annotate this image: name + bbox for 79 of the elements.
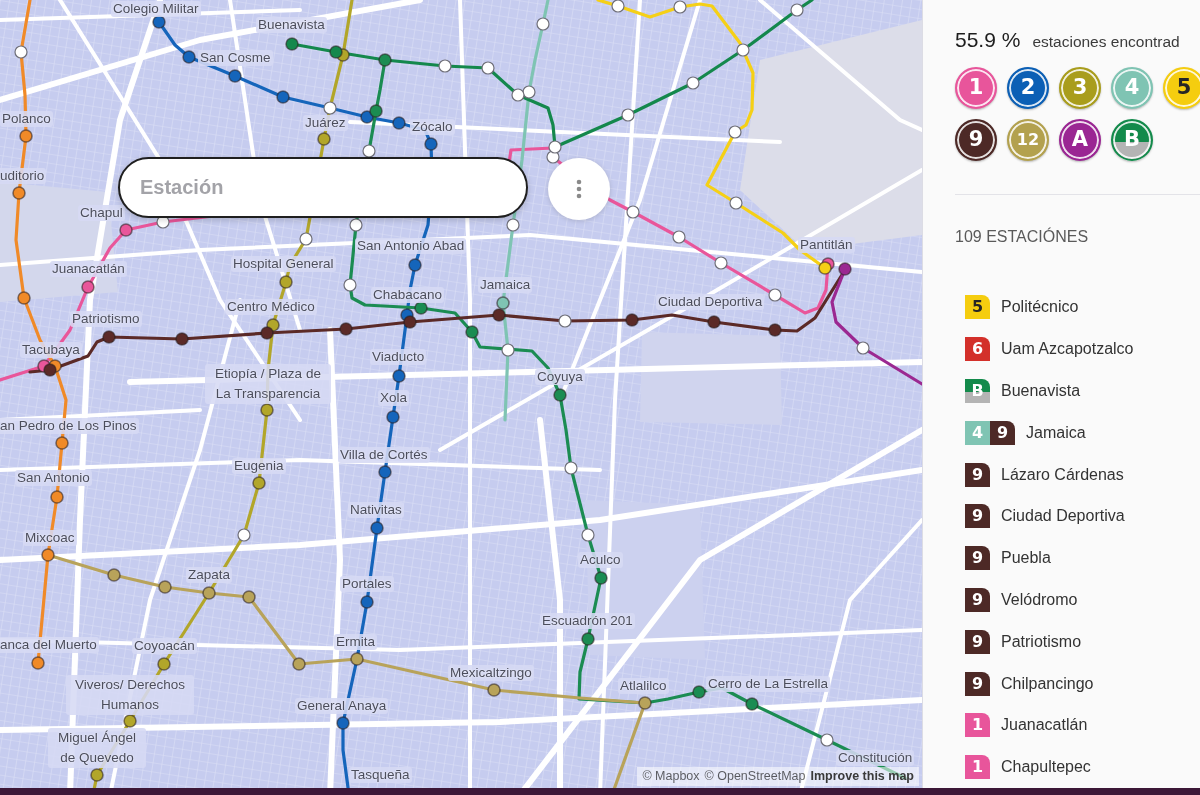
- station-label: Portales: [340, 576, 394, 592]
- station-label: Cerro de La Estrella: [706, 676, 831, 692]
- station-label: Aculco: [578, 552, 623, 568]
- station-label: Juanacatlán: [50, 261, 127, 277]
- station-label: Hospital General: [231, 256, 336, 272]
- station-name: Lázaro Cárdenas: [1001, 465, 1124, 484]
- station-label: Jamaica: [478, 277, 533, 293]
- station-label: Chabacano: [371, 287, 445, 303]
- station-label: Zapata: [186, 567, 233, 583]
- progress-label: estaciones encontrad: [1032, 33, 1180, 51]
- station-label: Etiopía / Plaza de La Transparencia: [205, 364, 331, 404]
- station-name: Puebla: [1001, 549, 1051, 568]
- station-label: Ermita: [334, 634, 377, 650]
- station-name: Chilpancingo: [1001, 674, 1094, 693]
- station-label: Miguel Ángel de Quevedo: [48, 728, 146, 768]
- line-tag: 1: [965, 755, 990, 780]
- attribution-link[interactable]: © OpenStreetMap: [704, 768, 806, 785]
- station-label: Patriotismo: [70, 311, 142, 327]
- station-label: Villa de Cortés: [338, 447, 430, 463]
- station-label: Nativitas: [348, 502, 404, 518]
- station-label: Mexicaltzingo: [448, 665, 534, 681]
- line-tag: 9: [965, 671, 990, 696]
- line-tag: 1: [965, 713, 990, 738]
- station-label: Atlalilco: [618, 678, 669, 694]
- station-name: Ciudad Deportiva: [1001, 507, 1125, 526]
- station-label: Zócalo: [410, 119, 455, 135]
- station-label: Buenavista: [256, 17, 327, 33]
- station-label: San Cosme: [198, 50, 273, 66]
- station-label: Centro Médico: [225, 299, 317, 315]
- station-name: Velódromo: [1001, 590, 1078, 609]
- station-name: Chapultepec: [1001, 758, 1091, 777]
- station-label: Xola: [378, 390, 410, 406]
- station-label: Colegio Militar: [111, 1, 201, 17]
- station-label: Escuadrón 201: [540, 613, 635, 629]
- station-name: Uam Azcapotzalco: [1001, 340, 1134, 359]
- line-badge[interactable]: 9: [955, 118, 997, 161]
- station-label: Pantitlán: [798, 237, 855, 253]
- station-label: anca del Muerto: [0, 637, 99, 653]
- station-name: Juanacatlán: [1001, 716, 1088, 735]
- station-label: an Pedro de Los Pinos: [0, 418, 139, 434]
- line-tag: 5: [965, 295, 990, 320]
- station-name: Buenavista: [1001, 381, 1081, 400]
- station-label: Mixcoac: [23, 530, 77, 546]
- line-badge[interactable]: 2: [1007, 66, 1049, 109]
- station-count: 109 ESTACIÓNES: [955, 228, 1090, 247]
- station-label: San Antonio Abad: [355, 238, 467, 254]
- station-name: Patriotismo: [1001, 632, 1082, 651]
- line-badge[interactable]: A: [1059, 118, 1101, 161]
- line-tag: 9: [965, 587, 990, 612]
- station-label: Tacubaya: [20, 342, 82, 358]
- attribution-link[interactable]: © Mapbox: [642, 768, 700, 785]
- attribution-link[interactable]: Improve this map: [810, 768, 914, 785]
- station-label: Polanco: [0, 111, 53, 127]
- station-name: Politécnico: [1001, 298, 1079, 317]
- station-label: Juárez: [303, 115, 348, 131]
- line-tag: 9: [965, 629, 990, 654]
- line-badge[interactable]: 5: [1163, 66, 1200, 109]
- station-label: Tasqueña: [349, 767, 412, 783]
- line-tag: 9: [965, 504, 990, 529]
- station-label: San Antonio: [15, 470, 92, 486]
- station-label: General Anaya: [295, 698, 389, 714]
- station-label: uditorio: [0, 168, 47, 184]
- station-label: Viveros/ Derechos Humanos: [66, 675, 194, 715]
- line-tag: 9: [965, 546, 990, 571]
- station-label: Eugenia: [232, 458, 286, 474]
- station-name: Jamaica: [1026, 423, 1086, 442]
- line-tag: 6: [965, 337, 990, 362]
- line-tag: 9: [965, 462, 990, 487]
- more-icon: [576, 179, 582, 199]
- station-label: Viaducto: [370, 349, 427, 365]
- progress-percent: 55.9 %: [955, 28, 1021, 52]
- station-label: Coyoacán: [132, 638, 197, 654]
- line-badge[interactable]: 1: [955, 66, 997, 109]
- line-tag: 9: [990, 420, 1015, 445]
- station-label: Constitución: [836, 750, 915, 766]
- station-label: Coyuya: [535, 369, 585, 385]
- line-tag: 4: [965, 420, 990, 445]
- station-label: Ciudad Deportiva: [656, 294, 765, 310]
- station-label: Chapul: [78, 205, 125, 221]
